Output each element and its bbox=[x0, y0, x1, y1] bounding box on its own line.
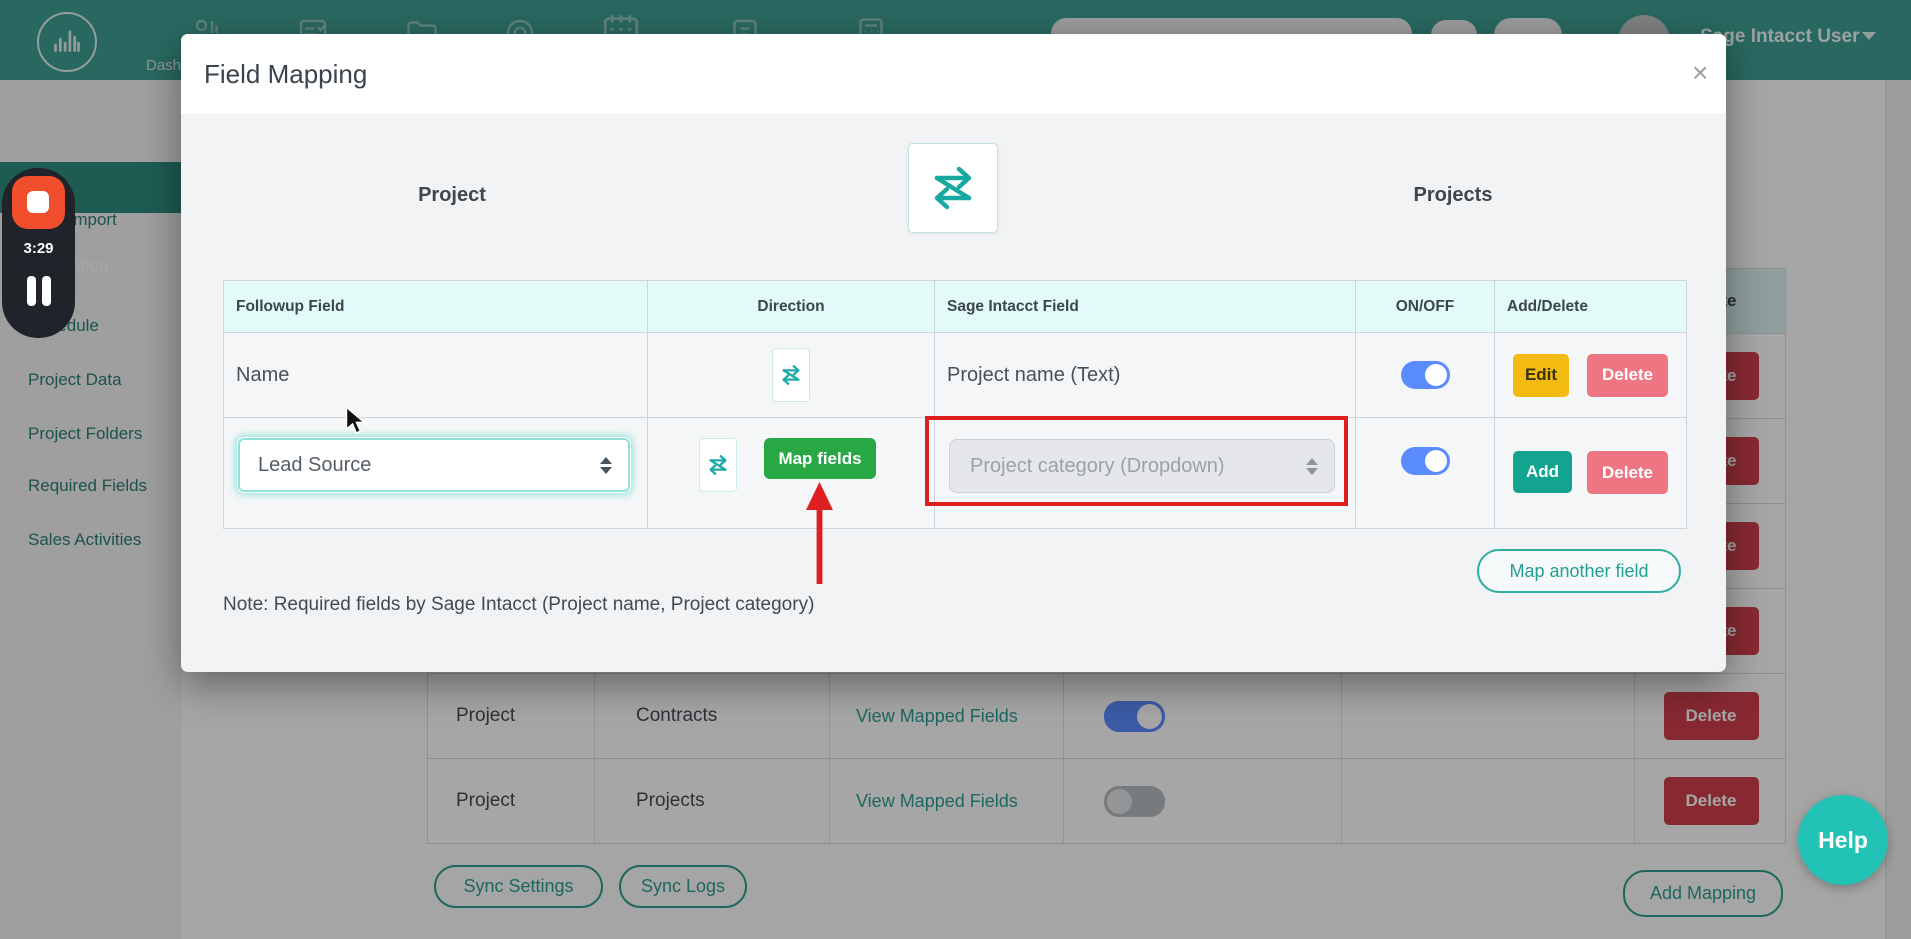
select-arrows-icon bbox=[600, 457, 612, 474]
field-on-off-toggle[interactable] bbox=[1401, 361, 1450, 389]
header-direction: Direction bbox=[648, 281, 935, 333]
sage-field-select-disabled[interactable]: Project category (Dropdown) bbox=[949, 439, 1335, 493]
sage-field-selected-value: Project category (Dropdown) bbox=[950, 455, 1225, 478]
field-on-off-toggle[interactable] bbox=[1401, 447, 1450, 475]
followup-field-name: Name bbox=[236, 364, 289, 387]
direction-swap-icon[interactable] bbox=[699, 438, 737, 492]
followup-field-select[interactable]: Lead Source bbox=[238, 438, 630, 492]
help-button[interactable]: Help bbox=[1798, 795, 1888, 885]
sage-field-name: Project name (Text) bbox=[947, 364, 1120, 387]
close-icon[interactable]: × bbox=[1686, 58, 1714, 88]
header-on-off: ON/OFF bbox=[1356, 281, 1495, 333]
followup-field-selected-value: Lead Source bbox=[240, 454, 371, 477]
select-arrows-icon bbox=[1306, 458, 1318, 475]
header-add-delete: Add/Delete bbox=[1495, 281, 1687, 333]
stop-recording-icon[interactable] bbox=[12, 176, 65, 229]
field-mapping-modal: Field Mapping × Project Projects Followu… bbox=[181, 34, 1726, 672]
direction-swap-icon[interactable] bbox=[772, 348, 810, 402]
app-page: Dashboard Sage Intacct User Data Import … bbox=[0, 0, 1911, 939]
pause-recording-icon[interactable] bbox=[2, 276, 75, 306]
target-system-label: Projects bbox=[1414, 184, 1493, 207]
map-another-field-button[interactable]: Map another field bbox=[1477, 549, 1681, 593]
map-fields-button[interactable]: Map fields bbox=[764, 438, 876, 479]
header-sage-intacct-field: Sage Intacct Field bbox=[935, 281, 1356, 333]
delete-field-button[interactable]: Delete bbox=[1587, 451, 1668, 494]
recording-timer: 3:29 bbox=[2, 240, 75, 257]
header-followup-field: Followup Field bbox=[224, 281, 648, 333]
sync-direction-icon bbox=[908, 143, 998, 233]
field-mapping-table: Followup Field Direction Sage Intacct Fi… bbox=[223, 280, 1687, 529]
add-field-button[interactable]: Add bbox=[1513, 451, 1572, 493]
modal-title: Field Mapping bbox=[204, 59, 367, 90]
edit-field-button[interactable]: Edit bbox=[1513, 354, 1569, 397]
required-fields-note: Note: Required fields by Sage Intacct (P… bbox=[223, 594, 814, 616]
source-system-label: Project bbox=[418, 184, 486, 207]
delete-field-button[interactable]: Delete bbox=[1587, 354, 1668, 397]
screen-recorder-widget: 3:29 bbox=[2, 168, 75, 338]
modal-header: Field Mapping bbox=[181, 34, 1726, 115]
